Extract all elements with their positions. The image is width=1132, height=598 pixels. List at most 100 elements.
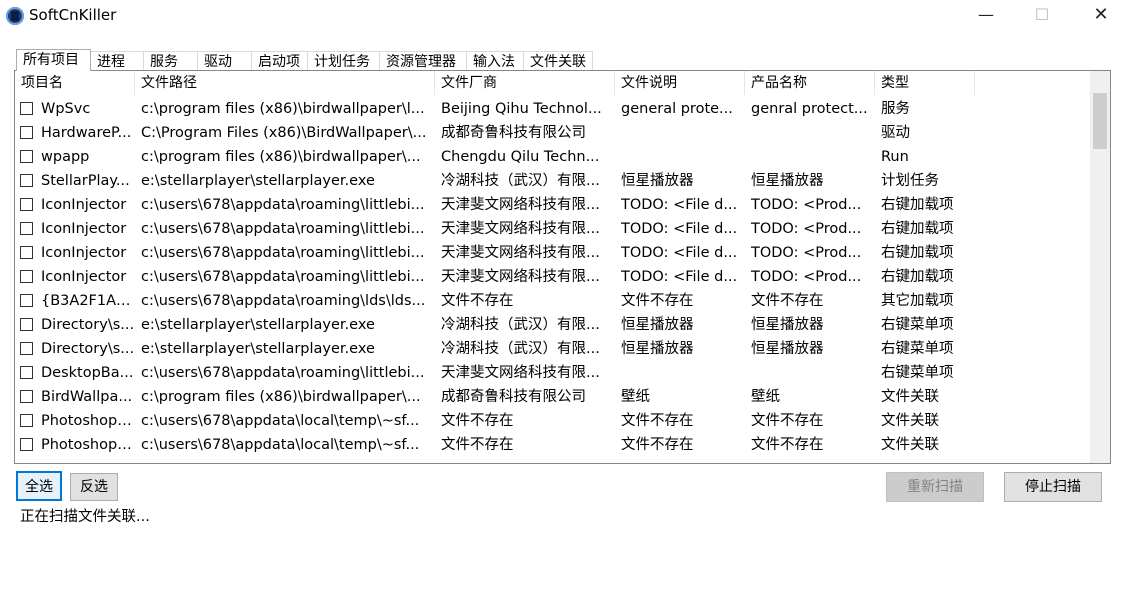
row-checkbox[interactable] <box>20 198 33 211</box>
row-checkbox[interactable] <box>20 126 33 139</box>
table-row[interactable]: IconInjector c:\users\678\appdata\roaming… <box>15 193 1090 217</box>
row-checkbox[interactable] <box>20 150 33 163</box>
cell-product: 壁纸 <box>751 389 780 405</box>
row-checkbox[interactable] <box>20 366 33 379</box>
cell-product: 恒星播放器 <box>751 173 824 189</box>
table-row[interactable]: Directory\s... e:\stellarplayer\stellarpl… <box>15 313 1090 337</box>
cell-path: c:\users\678\appdata\roaming\lds\lds... <box>141 293 426 309</box>
maximize-button[interactable]: ☐ <box>1013 0 1071 32</box>
close-button[interactable]: ✕ <box>1072 0 1130 32</box>
table-row[interactable]: Directory\s... e:\stellarplayer\stellarpl… <box>15 337 1090 361</box>
cell-name: Photoshop.... <box>41 437 135 453</box>
cell-vendor: 冷湖科技（武汉）有限... <box>441 173 600 189</box>
row-checkbox[interactable] <box>20 102 33 115</box>
tab-startup[interactable]: 启动项 <box>251 51 308 71</box>
cell-type: 驱动 <box>881 125 910 141</box>
table-row[interactable]: BirdWallpa... c:\program files (x86)\bird… <box>15 385 1090 409</box>
cell-product: genral protect... <box>751 101 868 117</box>
cell-description: TODO: <File d... <box>621 221 738 237</box>
cell-type: 右键菜单项 <box>881 341 954 357</box>
cell-description: 文件不存在 <box>621 437 694 453</box>
table-row[interactable]: {B3A2F1A4... c:\users\678\appdata\roaming… <box>15 289 1090 313</box>
cell-vendor: Chengdu Qilu Techn... <box>441 149 600 165</box>
cell-type: 文件关联 <box>881 437 939 453</box>
tab-services[interactable]: 服务 <box>143 51 198 71</box>
cell-vendor: 天津斐文网络科技有限... <box>441 269 600 285</box>
tab-processes[interactable]: 进程 <box>90 51 144 71</box>
minimize-button[interactable]: — <box>957 0 1015 32</box>
column-header-product[interactable]: 产品名称 <box>745 71 875 95</box>
table-row[interactable]: IconInjector c:\users\678\appdata\roaming… <box>15 265 1090 289</box>
invert-selection-button[interactable]: 反选 <box>70 473 118 501</box>
vertical-scrollbar[interactable] <box>1090 71 1110 463</box>
column-header-type[interactable]: 类型 <box>875 71 975 95</box>
cell-product: 文件不存在 <box>751 437 824 453</box>
cell-name: Directory\s... <box>41 317 135 333</box>
tab-input-method[interactable]: 输入法 <box>466 51 524 71</box>
row-checkbox[interactable] <box>20 342 33 355</box>
row-checkbox[interactable] <box>20 222 33 235</box>
cell-name: {B3A2F1A4... <box>41 293 135 309</box>
cell-product: 文件不存在 <box>751 413 824 429</box>
cell-type: 右键加载项 <box>881 221 954 237</box>
cell-type: 右键加载项 <box>881 269 954 285</box>
cell-product <box>745 361 875 385</box>
cell-name: BirdWallpa... <box>41 389 133 405</box>
cell-description: 恒星播放器 <box>621 173 694 189</box>
row-checkbox[interactable] <box>20 438 33 451</box>
tab-scheduled-tasks[interactable]: 计划任务 <box>307 51 380 71</box>
tab-file-association[interactable]: 文件关联 <box>523 51 593 71</box>
tab-explorer[interactable]: 资源管理器 <box>379 51 467 71</box>
row-checkbox[interactable] <box>20 390 33 403</box>
cell-description <box>615 361 745 385</box>
cell-name: DesktopBa... <box>41 365 134 381</box>
cell-type: 右键菜单项 <box>881 317 954 333</box>
row-checkbox[interactable] <box>20 270 33 283</box>
cell-product: TODO: <Prod... <box>751 269 862 285</box>
row-checkbox[interactable] <box>20 294 33 307</box>
row-checkbox[interactable] <box>20 414 33 427</box>
column-header-path[interactable]: 文件路径 <box>135 71 435 95</box>
cell-description: TODO: <File d... <box>621 245 738 261</box>
tab-drivers[interactable]: 驱动 <box>197 51 252 71</box>
table-row[interactable]: DesktopBa... c:\users\678\appdata\roaming… <box>15 361 1090 385</box>
items-list[interactable]: 项目名 文件路径 文件厂商 文件说明 产品名称 类型 WpSvc c:\progr… <box>14 70 1111 464</box>
cell-name: Photoshop.... <box>41 413 135 429</box>
select-all-button[interactable]: 全选 <box>16 471 62 501</box>
column-header-name[interactable]: 项目名 <box>15 71 135 95</box>
cell-path: c:\program files (x86)\birdwallpaper\l..… <box>141 101 425 117</box>
cell-name: IconInjector <box>41 221 127 237</box>
table-row[interactable]: wpapp c:\program files (x86)\birdwallpape… <box>15 145 1090 169</box>
scrollbar-thumb[interactable] <box>1093 93 1107 149</box>
column-header-description[interactable]: 文件说明 <box>615 71 745 95</box>
cell-description: 壁纸 <box>621 389 650 405</box>
cell-type: Run <box>881 149 909 165</box>
cell-description <box>615 121 745 145</box>
row-checkbox[interactable] <box>20 318 33 331</box>
table-row[interactable]: Photoshop.... c:\users\678\appdata\local\… <box>15 433 1090 457</box>
row-checkbox[interactable] <box>20 174 33 187</box>
table-row[interactable]: IconInjector c:\users\678\appdata\roaming… <box>15 217 1090 241</box>
rescan-button[interactable]: 重新扫描 <box>886 472 984 502</box>
cell-description: TODO: <File d... <box>621 269 738 285</box>
cell-type: 其它加载项 <box>881 293 954 309</box>
cell-product <box>745 145 875 169</box>
cell-type: 计划任务 <box>881 173 939 189</box>
cell-product <box>745 121 875 145</box>
stop-scan-button[interactable]: 停止扫描 <box>1004 472 1102 502</box>
column-header-vendor[interactable]: 文件厂商 <box>435 71 615 95</box>
table-row[interactable]: WpSvc c:\program files (x86)\birdwallpape… <box>15 97 1090 121</box>
cell-description <box>615 145 745 169</box>
table-row[interactable]: HardwareP... C:\Program Files (x86)\BirdW… <box>15 121 1090 145</box>
cell-name: HardwareP... <box>41 125 132 141</box>
status-text: 正在扫描文件关联... <box>20 509 150 525</box>
cell-path: C:\Program Files (x86)\BirdWallpaper\... <box>141 125 427 141</box>
table-row[interactable]: IconInjector c:\users\678\appdata\roaming… <box>15 241 1090 265</box>
table-row[interactable]: StellarPlay... e:\stellarplayer\stellarpl… <box>15 169 1090 193</box>
tab-all-items[interactable]: 所有项目 <box>16 49 91 71</box>
table-row[interactable]: Photoshop.... c:\users\678\appdata\local\… <box>15 409 1090 433</box>
cell-product: TODO: <Prod... <box>751 245 862 261</box>
window-title: SoftCnKiller <box>29 6 117 24</box>
row-checkbox[interactable] <box>20 246 33 259</box>
cell-vendor: 文件不存在 <box>441 413 514 429</box>
